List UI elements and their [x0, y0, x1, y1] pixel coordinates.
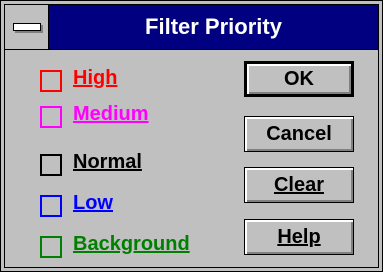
help-button[interactable]: Help [244, 219, 354, 255]
priority-normal-label[interactable]: Normal [73, 151, 142, 174]
priority-background-label[interactable]: Background [73, 233, 190, 256]
priority-medium-label[interactable]: Medium [73, 103, 149, 126]
priority-high-label[interactable]: High [73, 67, 117, 90]
clear-button[interactable]: Clear [244, 167, 354, 203]
system-menu-button[interactable] [5, 5, 49, 49]
dialog-title: Filter Priority [145, 14, 282, 39]
dialog-frame: Filter Priority High Medium Normal Low B… [4, 4, 379, 268]
priority-background-checkbox[interactable] [40, 236, 62, 258]
ok-button[interactable]: OK [244, 61, 354, 97]
priority-low-checkbox[interactable] [40, 195, 62, 217]
cancel-button[interactable]: Cancel [244, 116, 354, 152]
filter-priority-dialog: Filter Priority High Medium Normal Low B… [0, 0, 383, 272]
priority-medium-checkbox[interactable] [40, 106, 62, 128]
priority-high-checkbox[interactable] [40, 70, 62, 92]
priority-normal-checkbox[interactable] [40, 154, 62, 176]
priority-low-label[interactable]: Low [73, 192, 113, 215]
title-bar[interactable]: Filter Priority [5, 5, 378, 50]
system-menu-icon [13, 23, 41, 31]
